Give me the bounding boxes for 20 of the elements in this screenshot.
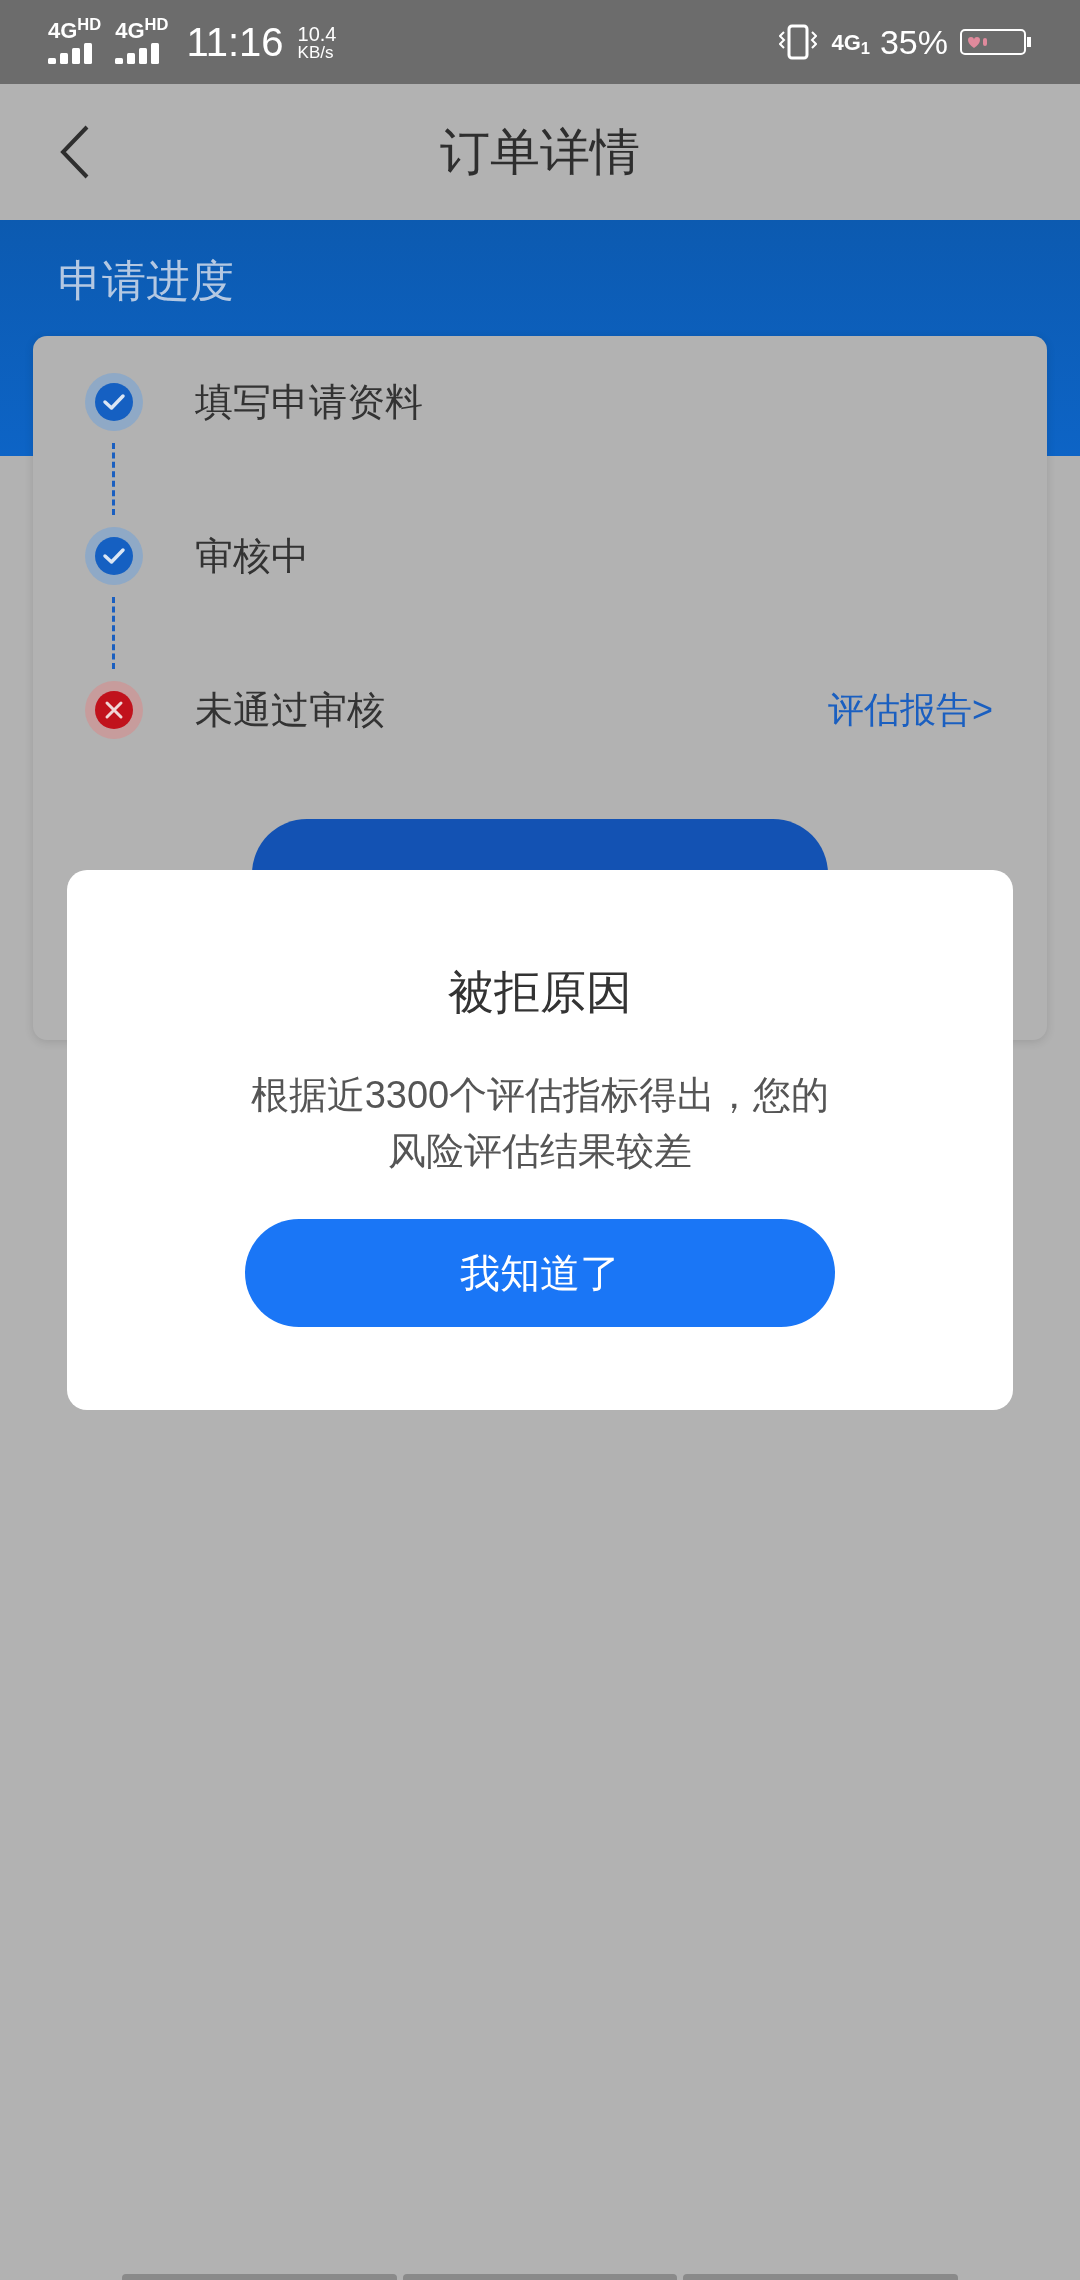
speed-unit: KB/s: [297, 43, 335, 61]
report-link[interactable]: 评估报告>: [827, 683, 993, 737]
back-icon[interactable]: [60, 125, 90, 179]
battery-icon: [960, 29, 1032, 55]
page-title: 订单详情: [440, 122, 640, 182]
section-title: 申请进度: [58, 256, 234, 305]
clock: 11:16: [186, 19, 284, 66]
dialog-message-line: 根据近3300个评估指标得出，您的: [250, 1073, 830, 1118]
step-label: 未通过审核: [195, 687, 385, 733]
battery-percent: 35%: [879, 21, 948, 63]
network-type: 4G$_{1}$: [831, 28, 870, 59]
network-label: 4G$^{HD}$: [48, 20, 102, 42]
vibrate-icon: [779, 24, 818, 60]
speed-value: 10.4: [297, 23, 337, 44]
step-label: 审核中: [195, 533, 309, 579]
confirm-button[interactable]: 我知道了: [245, 1219, 835, 1327]
network-label: 4G$^{HD}$: [115, 20, 169, 42]
step-label: 填写申请资料: [195, 379, 423, 425]
dialog-title: 被拒原因: [448, 965, 632, 1020]
dialog-message-line: 风险评估结果较差: [388, 1129, 692, 1174]
